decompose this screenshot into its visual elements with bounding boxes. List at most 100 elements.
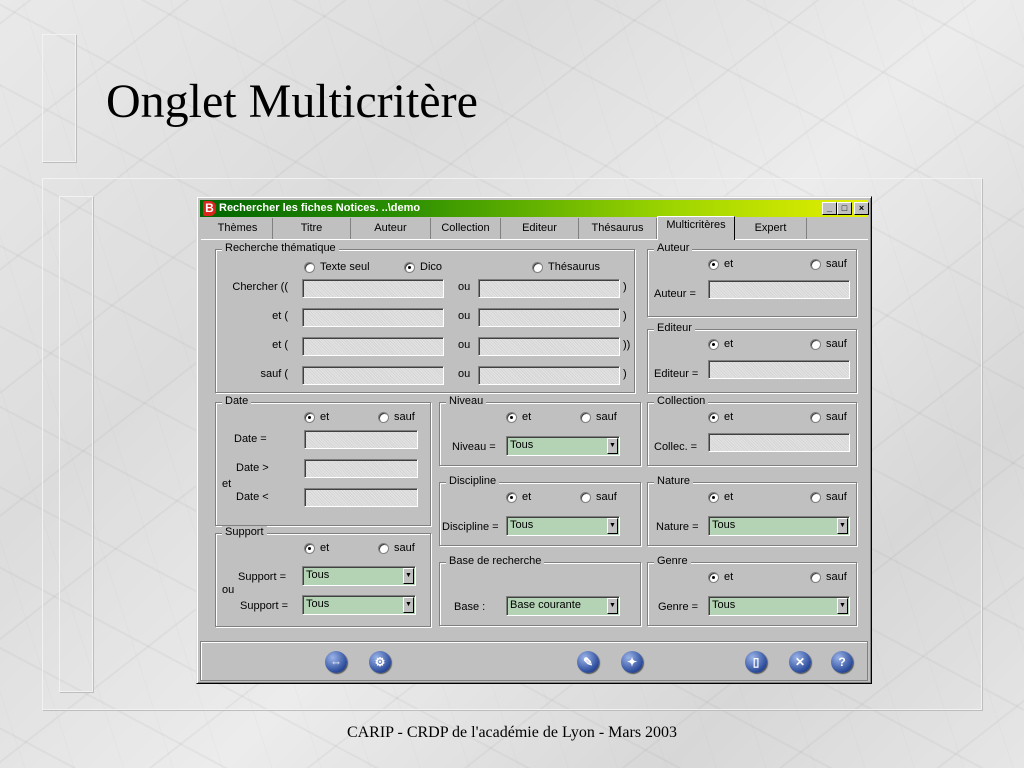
tab-divider [201, 239, 868, 240]
tab-thesaurus[interactable]: Thésaurus [579, 218, 657, 239]
auteur-input[interactable] [708, 280, 850, 299]
nature-select[interactable]: Tous ▼ [708, 516, 850, 536]
field-label: Base : [454, 601, 486, 613]
radio-sauf[interactable]: sauf [810, 258, 847, 270]
search-star-icon[interactable]: ✦ [621, 651, 643, 673]
search-term-input[interactable] [302, 366, 444, 385]
date-equals-label: Date = [234, 433, 267, 445]
niveau-select[interactable]: Tous ▼ [506, 436, 620, 456]
radio-texte-seul[interactable]: Texte seul [304, 261, 370, 273]
and-label: et [222, 478, 232, 490]
radio-et[interactable]: et [708, 491, 733, 503]
radio-sauf[interactable]: sauf [580, 491, 617, 503]
date-equals-input[interactable] [304, 430, 418, 449]
search-term-input[interactable] [478, 337, 620, 356]
field-label: Nature = [656, 521, 699, 533]
maximize-button[interactable]: □ [837, 202, 852, 215]
base-select[interactable]: Base courante ▼ [506, 596, 620, 616]
chevron-down-icon[interactable]: ▼ [607, 598, 618, 614]
radio-sauf[interactable]: sauf [810, 411, 847, 423]
search-term-input[interactable] [478, 308, 620, 327]
search-window: B Rechercher les fiches Notices. ..\demo… [196, 196, 872, 684]
tab-editeur[interactable]: Editeur [501, 218, 579, 239]
help-question-icon[interactable]: ? [831, 651, 853, 673]
row-label: sauf ( [260, 368, 288, 380]
radio-et[interactable]: et [304, 542, 329, 554]
group-title: Auteur [654, 242, 693, 254]
radio-et[interactable]: et [708, 411, 733, 423]
field-label: Genre = [658, 601, 699, 613]
group-date: Date et sauf Date = Date > et Date < [215, 395, 431, 526]
date-before-label: Date < [236, 491, 269, 503]
date-after-input[interactable] [304, 459, 418, 478]
search-term-input[interactable] [302, 337, 444, 356]
group-title: Editeur [654, 322, 695, 334]
support-select[interactable]: Tous ▼ [302, 566, 416, 586]
tab-titre[interactable]: Titre [273, 218, 351, 239]
radio-sauf[interactable]: sauf [580, 411, 617, 423]
window-titlebar[interactable]: B Rechercher les fiches Notices. ..\demo… [200, 200, 869, 217]
settings-gear-icon[interactable]: ⚙ [369, 651, 391, 673]
chevron-down-icon[interactable]: ▼ [403, 568, 414, 584]
chevron-down-icon[interactable]: ▼ [607, 438, 618, 454]
or-label: ou [458, 368, 471, 380]
group-title: Genre [654, 555, 691, 567]
row-label: et ( [272, 310, 288, 322]
tab-themes[interactable]: Thèmes [203, 218, 273, 239]
slide-decoration-bar [42, 34, 76, 162]
radio-sauf[interactable]: sauf [378, 411, 415, 423]
group-title: Collection [654, 395, 709, 407]
chevron-down-icon[interactable]: ▼ [403, 597, 414, 613]
clear-document-icon[interactable]: ▯ [745, 651, 767, 673]
radio-sauf[interactable]: sauf [810, 491, 847, 503]
group-auteur: Auteur et sauf Auteur = [647, 242, 857, 317]
radio-et[interactable]: et [506, 411, 531, 423]
group-recherche-thematique: Recherche thématique Texte seul Dico Thé… [215, 242, 635, 393]
slide-title: Onglet Multicritère [106, 75, 478, 128]
close-x-icon[interactable]: ✕ [789, 651, 811, 673]
search-pencil-icon[interactable]: ✎ [577, 651, 599, 673]
radio-thesaurus[interactable]: Thésaurus [532, 261, 600, 273]
field-label: Discipline = [442, 521, 499, 533]
discipline-select[interactable]: Tous ▼ [506, 516, 620, 536]
link-icon[interactable]: ⇔ [325, 651, 347, 673]
search-term-input[interactable] [302, 308, 444, 327]
genre-select[interactable]: Tous ▼ [708, 596, 850, 616]
radio-et[interactable]: et [506, 491, 531, 503]
chevron-down-icon[interactable]: ▼ [837, 598, 848, 614]
date-before-input[interactable] [304, 488, 418, 507]
bottom-toolbar: ⇔ ⚙ ✎ ✦ ▯ ✕ ? [200, 641, 868, 681]
group-title: Base de recherche [446, 555, 545, 567]
group-support: Support et sauf Support = Tous ▼ ou Suppo… [215, 526, 431, 627]
radio-et[interactable]: et [304, 411, 329, 423]
collection-input[interactable] [708, 433, 850, 452]
tab-expert[interactable]: Expert [735, 218, 807, 239]
field-label: Support = [238, 571, 287, 583]
radio-sauf[interactable]: sauf [810, 338, 847, 350]
close-window-button[interactable]: × [854, 202, 869, 215]
editeur-input[interactable] [708, 360, 850, 379]
search-term-input[interactable] [478, 279, 620, 298]
tab-collection[interactable]: Collection [431, 218, 501, 239]
paren-label: ) [623, 368, 627, 380]
radio-dico[interactable]: Dico [404, 261, 442, 273]
search-term-input[interactable] [478, 366, 620, 385]
tab-auteur[interactable]: Auteur [351, 218, 431, 239]
group-title: Niveau [446, 395, 487, 407]
group-title: Support [222, 526, 267, 538]
chevron-down-icon[interactable]: ▼ [607, 518, 618, 534]
date-after-label: Date > [236, 462, 269, 474]
chevron-down-icon[interactable]: ▼ [837, 518, 848, 534]
radio-sauf[interactable]: sauf [378, 542, 415, 554]
field-label: Niveau = [452, 441, 496, 453]
minimize-button[interactable]: _ [822, 202, 837, 215]
support-select[interactable]: Tous ▼ [302, 595, 416, 615]
radio-et[interactable]: et [708, 338, 733, 350]
tab-multicriteres[interactable]: Multicritères [657, 216, 735, 240]
radio-et[interactable]: et [708, 258, 733, 270]
or-label: ou [458, 281, 471, 293]
radio-et[interactable]: et [708, 571, 733, 583]
search-term-input[interactable] [302, 279, 444, 298]
radio-sauf[interactable]: sauf [810, 571, 847, 583]
group-discipline: Discipline et sauf Discipline = Tous ▼ [439, 475, 641, 546]
